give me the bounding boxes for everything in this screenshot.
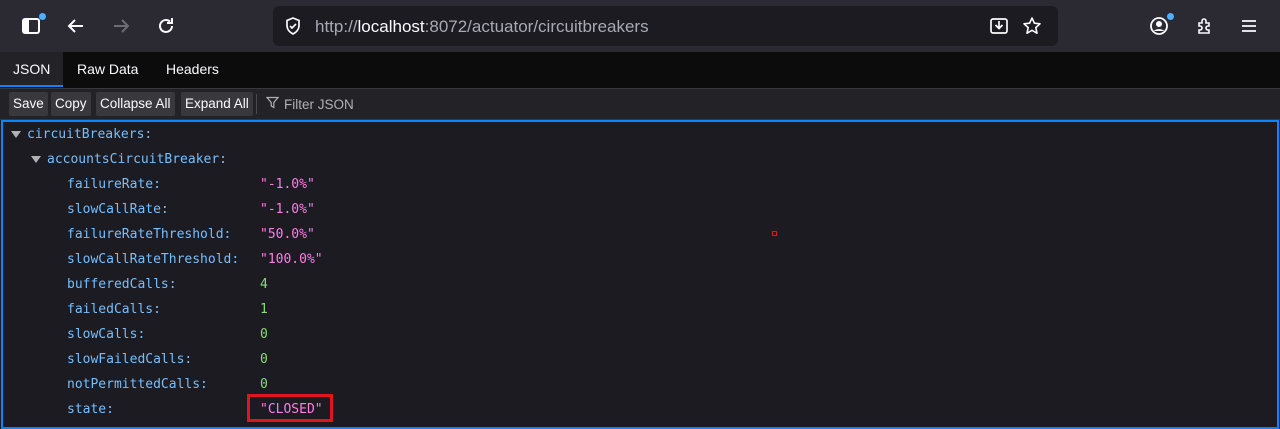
back-button[interactable] <box>60 10 92 42</box>
json-key: circuitBreakers: <box>27 127 153 142</box>
tree-row[interactable]: state: "CLOSED" <box>3 397 1273 422</box>
json-key: slowCalls: <box>67 327 146 342</box>
download-icon[interactable] <box>989 16 1009 41</box>
expand-toggle-icon[interactable] <box>31 156 41 163</box>
filter-json-input[interactable]: Filter JSON <box>265 96 354 112</box>
url-path: :8072/actuator/circuitbreakers <box>424 17 649 36</box>
state-highlight-box <box>247 394 333 422</box>
json-key: accountsCircuitBreaker: <box>47 152 228 167</box>
json-key: slowCallRate: <box>67 202 169 217</box>
tree-row[interactable]: slowCalls: 0 <box>3 322 1273 347</box>
json-value: 1 <box>260 302 268 317</box>
tree-row[interactable]: slowCallRate: "-1.0%" <box>3 197 1273 222</box>
menu-icon <box>1239 16 1259 36</box>
app-menu-button[interactable] <box>1233 10 1265 42</box>
json-value: "100.0%" <box>260 252 323 267</box>
collapse-all-button[interactable]: Collapse All <box>96 92 175 116</box>
tree-row-circuit-breakers[interactable]: circuitBreakers: <box>3 122 1273 147</box>
tab-headers[interactable]: Headers <box>153 52 232 87</box>
filter-placeholder: Filter JSON <box>284 96 354 112</box>
json-value: "-1.0%" <box>260 202 315 217</box>
expand-all-button[interactable]: Expand All <box>181 92 253 116</box>
json-value: "50.0%" <box>260 227 315 242</box>
json-key: failedCalls: <box>67 302 161 317</box>
url-text[interactable]: http://localhost:8072/actuator/circuitbr… <box>315 17 649 37</box>
json-value: "-1.0%" <box>260 177 315 192</box>
json-key: slowCallRateThreshold: <box>67 252 240 267</box>
tree-row-accounts-circuit-breaker[interactable]: accountsCircuitBreaker: <box>3 147 1273 172</box>
tree-row[interactable]: notPermittedCalls: 0 <box>3 372 1273 397</box>
json-value: 0 <box>260 352 268 367</box>
shield-icon[interactable] <box>283 16 303 41</box>
viewer-tabs: JSON Raw Data Headers <box>0 52 1280 89</box>
sidebar-button[interactable] <box>15 10 47 42</box>
account-icon <box>1149 16 1169 36</box>
tab-raw-data[interactable]: Raw Data <box>64 52 151 87</box>
notification-dot <box>39 13 46 20</box>
tree-row[interactable]: failureRateThreshold: "50.0%" <box>3 222 1273 247</box>
back-icon <box>66 16 86 36</box>
tree-row[interactable]: slowCallRateThreshold: "100.0%" <box>3 247 1273 272</box>
json-key: failureRate: <box>67 177 161 192</box>
extensions-icon <box>1195 16 1215 36</box>
tree-row[interactable]: slowFailedCalls: 0 <box>3 347 1273 372</box>
tree-row[interactable]: bufferedCalls: 4 <box>3 272 1273 297</box>
json-key: state: <box>67 402 114 417</box>
json-toolbar: Save Copy Collapse All Expand All Filter… <box>0 89 1280 120</box>
star-icon[interactable] <box>1022 16 1042 41</box>
url-bar[interactable]: http://localhost:8072/actuator/circuitbr… <box>273 6 1058 46</box>
tree-row[interactable]: failureRate: "-1.0%" <box>3 172 1273 197</box>
json-tree-panel: circuitBreakers: accountsCircuitBreaker:… <box>1 120 1279 429</box>
json-key: failureRateThreshold: <box>67 227 232 242</box>
json-key: notPermittedCalls: <box>67 377 208 392</box>
account-button[interactable] <box>1143 10 1175 42</box>
expand-toggle-icon[interactable] <box>11 131 21 138</box>
tab-json[interactable]: JSON <box>0 52 64 87</box>
tree-row[interactable]: failedCalls: 1 <box>3 297 1273 322</box>
reload-icon <box>156 16 176 36</box>
json-key: bufferedCalls: <box>67 277 177 292</box>
filter-icon <box>265 96 280 112</box>
toolbar-divider <box>256 94 257 114</box>
forward-button[interactable] <box>105 10 137 42</box>
save-button[interactable]: Save <box>9 92 48 116</box>
url-prefix: http:// <box>315 17 358 36</box>
copy-button[interactable]: Copy <box>51 92 91 116</box>
sidebar-icon <box>21 16 41 36</box>
json-value: 4 <box>260 277 268 292</box>
json-key: slowFailedCalls: <box>67 352 193 367</box>
annotation-marker <box>772 231 777 236</box>
json-value: 0 <box>260 327 268 342</box>
forward-icon <box>111 16 131 36</box>
browser-toolbar: http://localhost:8072/actuator/circuitbr… <box>0 0 1280 52</box>
reload-button[interactable] <box>150 10 182 42</box>
account-notification-dot <box>1167 13 1174 20</box>
extensions-button[interactable] <box>1189 10 1221 42</box>
url-host: localhost <box>357 17 425 36</box>
